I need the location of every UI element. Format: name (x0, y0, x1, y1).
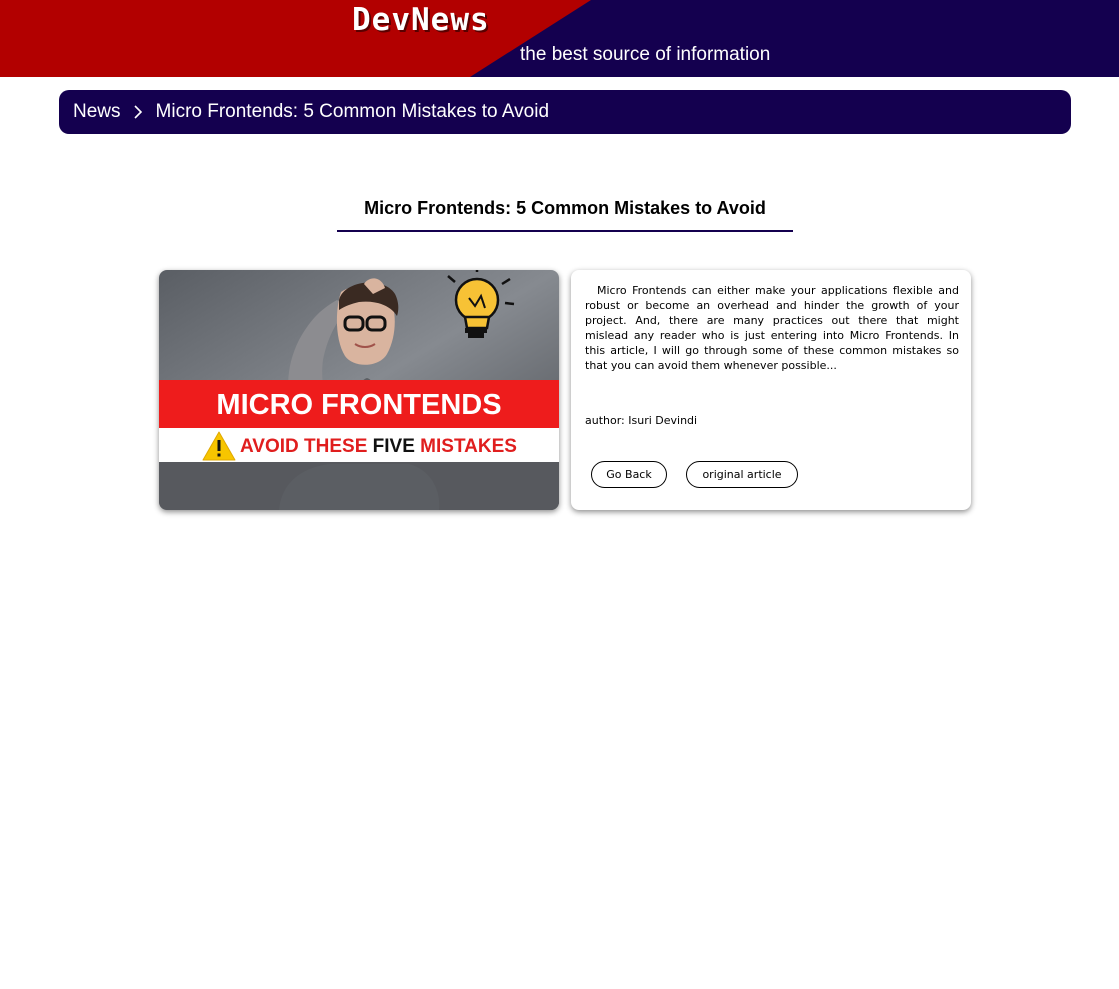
breadcrumb-current: Micro Frontends: 5 Common Mistakes to Av… (155, 101, 550, 122)
original-article-button[interactable]: original article (686, 461, 798, 488)
image-banner-text: MICRO FRONTENDS (216, 389, 501, 421)
site-tagline: the best source of information (520, 44, 771, 65)
chevron-right-icon (133, 105, 143, 119)
article-author: author: Isuri Devindi (585, 414, 698, 427)
title-underline (337, 230, 793, 232)
go-back-button[interactable]: Go Back (591, 461, 667, 488)
image-subtitle-start: AVOID THESE (240, 436, 373, 457)
image-subtitle-bold: FIVE (373, 436, 415, 457)
image-subtitle-end: MISTAKES (415, 436, 517, 457)
article-summary: Micro Frontends can either make your app… (585, 284, 959, 372)
site-logo[interactable]: DevNews (352, 2, 490, 38)
breadcrumb: News Micro Frontends: 5 Common Mistakes … (59, 90, 1071, 134)
article-title: Micro Frontends: 5 Common Mistakes to Av… (364, 198, 766, 218)
article-image: MICRO FRONTENDS AVOID THESE FIVE MISTAKE… (159, 270, 559, 510)
breadcrumb-news-link[interactable]: News (73, 101, 121, 123)
image-subtitle: AVOID THESE FIVE MISTAKES (240, 436, 517, 457)
article-info-card: Micro Frontends can either make your app… (571, 270, 971, 510)
site-header: DevNews the best source of information (0, 0, 1119, 77)
